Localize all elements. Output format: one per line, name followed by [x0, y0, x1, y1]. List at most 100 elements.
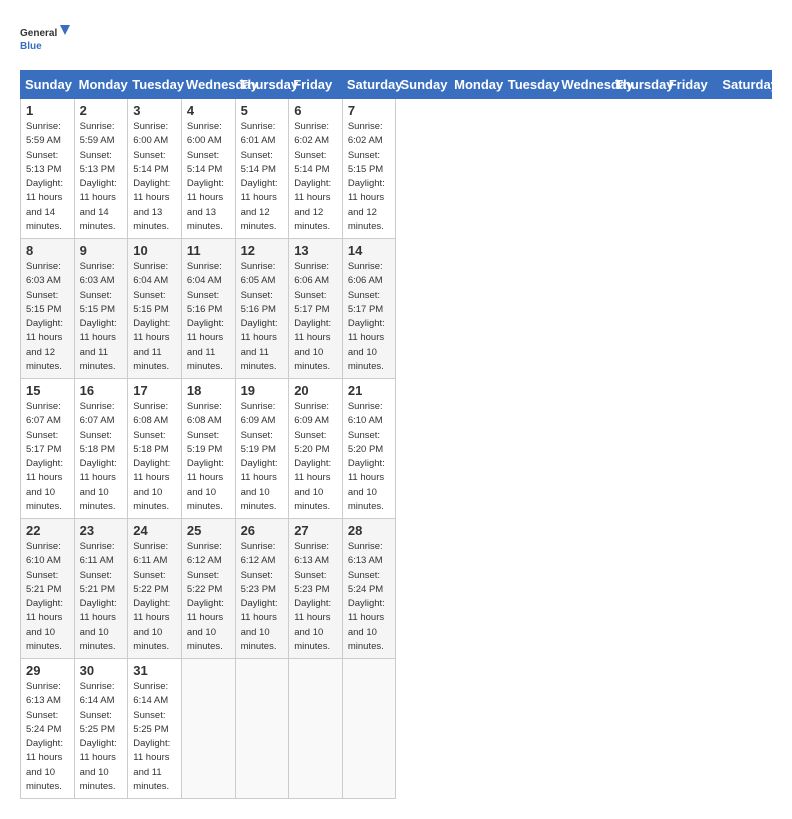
- day-of-week-header: Wednesday: [181, 71, 235, 99]
- calendar-day-cell: 2 Sunrise: 5:59 AMSunset: 5:13 PMDayligh…: [74, 99, 128, 239]
- calendar-day-cell: 4 Sunrise: 6:00 AMSunset: 5:14 PMDayligh…: [181, 99, 235, 239]
- day-info: Sunrise: 6:13 AMSunset: 5:24 PMDaylight:…: [348, 540, 391, 654]
- calendar-day-cell: 5 Sunrise: 6:01 AMSunset: 5:14 PMDayligh…: [235, 99, 289, 239]
- calendar-week-row: 15 Sunrise: 6:07 AMSunset: 5:17 PMDaylig…: [21, 379, 772, 519]
- day-number: 2: [80, 103, 123, 118]
- day-number: 7: [348, 103, 391, 118]
- day-of-week-header: Thursday: [235, 71, 289, 99]
- logo: General Blue: [20, 20, 70, 60]
- day-of-week-header: Monday: [74, 71, 128, 99]
- day-info: Sunrise: 6:03 AMSunset: 5:15 PMDaylight:…: [26, 260, 69, 374]
- calendar-day-cell: [181, 659, 235, 799]
- calendar-day-cell: 27 Sunrise: 6:13 AMSunset: 5:23 PMDaylig…: [289, 519, 343, 659]
- calendar-day-cell: [289, 659, 343, 799]
- day-info: Sunrise: 6:09 AMSunset: 5:20 PMDaylight:…: [294, 400, 337, 514]
- day-info: Sunrise: 6:11 AMSunset: 5:21 PMDaylight:…: [80, 540, 123, 654]
- calendar-day-cell: 14 Sunrise: 6:06 AMSunset: 5:17 PMDaylig…: [342, 239, 396, 379]
- calendar-day-cell: 7 Sunrise: 6:02 AMSunset: 5:15 PMDayligh…: [342, 99, 396, 239]
- day-info: Sunrise: 6:09 AMSunset: 5:19 PMDaylight:…: [241, 400, 284, 514]
- day-of-week-header: Thursday: [611, 71, 665, 99]
- day-info: Sunrise: 6:12 AMSunset: 5:22 PMDaylight:…: [187, 540, 230, 654]
- calendar-day-cell: 9 Sunrise: 6:03 AMSunset: 5:15 PMDayligh…: [74, 239, 128, 379]
- day-info: Sunrise: 6:02 AMSunset: 5:15 PMDaylight:…: [348, 120, 391, 234]
- calendar-day-cell: 16 Sunrise: 6:07 AMSunset: 5:18 PMDaylig…: [74, 379, 128, 519]
- calendar-day-cell: 17 Sunrise: 6:08 AMSunset: 5:18 PMDaylig…: [128, 379, 182, 519]
- day-info: Sunrise: 6:14 AMSunset: 5:25 PMDaylight:…: [80, 680, 123, 794]
- calendar-day-cell: 31 Sunrise: 6:14 AMSunset: 5:25 PMDaylig…: [128, 659, 182, 799]
- day-number: 26: [241, 523, 284, 538]
- calendar-header-row: SundayMondayTuesdayWednesdayThursdayFrid…: [21, 71, 772, 99]
- day-of-week-header: Saturday: [718, 71, 772, 99]
- day-info: Sunrise: 5:59 AMSunset: 5:13 PMDaylight:…: [80, 120, 123, 234]
- calendar-day-cell: 25 Sunrise: 6:12 AMSunset: 5:22 PMDaylig…: [181, 519, 235, 659]
- day-info: Sunrise: 6:14 AMSunset: 5:25 PMDaylight:…: [133, 680, 176, 794]
- day-info: Sunrise: 6:04 AMSunset: 5:15 PMDaylight:…: [133, 260, 176, 374]
- day-number: 10: [133, 243, 176, 258]
- calendar-day-cell: 29 Sunrise: 6:13 AMSunset: 5:24 PMDaylig…: [21, 659, 75, 799]
- day-of-week-header: Saturday: [342, 71, 396, 99]
- calendar-day-cell: 13 Sunrise: 6:06 AMSunset: 5:17 PMDaylig…: [289, 239, 343, 379]
- day-number: 12: [241, 243, 284, 258]
- day-number: 9: [80, 243, 123, 258]
- day-number: 6: [294, 103, 337, 118]
- day-info: Sunrise: 6:11 AMSunset: 5:22 PMDaylight:…: [133, 540, 176, 654]
- calendar-day-cell: 11 Sunrise: 6:04 AMSunset: 5:16 PMDaylig…: [181, 239, 235, 379]
- calendar-day-cell: 15 Sunrise: 6:07 AMSunset: 5:17 PMDaylig…: [21, 379, 75, 519]
- calendar-day-cell: 10 Sunrise: 6:04 AMSunset: 5:15 PMDaylig…: [128, 239, 182, 379]
- day-info: Sunrise: 6:13 AMSunset: 5:23 PMDaylight:…: [294, 540, 337, 654]
- day-info: Sunrise: 6:10 AMSunset: 5:20 PMDaylight:…: [348, 400, 391, 514]
- day-number: 25: [187, 523, 230, 538]
- day-info: Sunrise: 6:00 AMSunset: 5:14 PMDaylight:…: [187, 120, 230, 234]
- day-number: 8: [26, 243, 69, 258]
- day-number: 17: [133, 383, 176, 398]
- calendar-day-cell: 1 Sunrise: 5:59 AMSunset: 5:13 PMDayligh…: [21, 99, 75, 239]
- day-number: 27: [294, 523, 337, 538]
- calendar-day-cell: 12 Sunrise: 6:05 AMSunset: 5:16 PMDaylig…: [235, 239, 289, 379]
- day-number: 11: [187, 243, 230, 258]
- calendar-day-cell: 28 Sunrise: 6:13 AMSunset: 5:24 PMDaylig…: [342, 519, 396, 659]
- svg-text:Blue: Blue: [20, 41, 42, 52]
- svg-text:General: General: [20, 28, 57, 39]
- day-number: 14: [348, 243, 391, 258]
- page-header: General Blue: [20, 20, 772, 60]
- day-info: Sunrise: 6:12 AMSunset: 5:23 PMDaylight:…: [241, 540, 284, 654]
- day-number: 28: [348, 523, 391, 538]
- day-of-week-header: Friday: [289, 71, 343, 99]
- day-of-week-header: Monday: [450, 71, 504, 99]
- calendar-day-cell: 22 Sunrise: 6:10 AMSunset: 5:21 PMDaylig…: [21, 519, 75, 659]
- calendar-day-cell: 30 Sunrise: 6:14 AMSunset: 5:25 PMDaylig…: [74, 659, 128, 799]
- day-of-week-header: Friday: [664, 71, 718, 99]
- calendar-day-cell: 23 Sunrise: 6:11 AMSunset: 5:21 PMDaylig…: [74, 519, 128, 659]
- day-info: Sunrise: 6:07 AMSunset: 5:17 PMDaylight:…: [26, 400, 69, 514]
- calendar-day-cell: 18 Sunrise: 6:08 AMSunset: 5:19 PMDaylig…: [181, 379, 235, 519]
- calendar-day-cell: 19 Sunrise: 6:09 AMSunset: 5:19 PMDaylig…: [235, 379, 289, 519]
- day-number: 30: [80, 663, 123, 678]
- day-info: Sunrise: 6:02 AMSunset: 5:14 PMDaylight:…: [294, 120, 337, 234]
- day-number: 23: [80, 523, 123, 538]
- day-number: 19: [241, 383, 284, 398]
- day-number: 4: [187, 103, 230, 118]
- day-number: 1: [26, 103, 69, 118]
- day-info: Sunrise: 6:01 AMSunset: 5:14 PMDaylight:…: [241, 120, 284, 234]
- calendar-day-cell: 20 Sunrise: 6:09 AMSunset: 5:20 PMDaylig…: [289, 379, 343, 519]
- calendar-day-cell: [235, 659, 289, 799]
- calendar-day-cell: 6 Sunrise: 6:02 AMSunset: 5:14 PMDayligh…: [289, 99, 343, 239]
- calendar-week-row: 1 Sunrise: 5:59 AMSunset: 5:13 PMDayligh…: [21, 99, 772, 239]
- day-number: 24: [133, 523, 176, 538]
- day-info: Sunrise: 6:07 AMSunset: 5:18 PMDaylight:…: [80, 400, 123, 514]
- day-of-week-header: Sunday: [396, 71, 450, 99]
- day-info: Sunrise: 6:06 AMSunset: 5:17 PMDaylight:…: [294, 260, 337, 374]
- day-number: 31: [133, 663, 176, 678]
- calendar-day-cell: 21 Sunrise: 6:10 AMSunset: 5:20 PMDaylig…: [342, 379, 396, 519]
- logo-svg: General Blue: [20, 20, 70, 60]
- day-of-week-header: Tuesday: [503, 71, 557, 99]
- day-info: Sunrise: 5:59 AMSunset: 5:13 PMDaylight:…: [26, 120, 69, 234]
- day-info: Sunrise: 6:00 AMSunset: 5:14 PMDaylight:…: [133, 120, 176, 234]
- day-number: 22: [26, 523, 69, 538]
- calendar-day-cell: [342, 659, 396, 799]
- day-info: Sunrise: 6:10 AMSunset: 5:21 PMDaylight:…: [26, 540, 69, 654]
- day-number: 15: [26, 383, 69, 398]
- calendar-day-cell: 3 Sunrise: 6:00 AMSunset: 5:14 PMDayligh…: [128, 99, 182, 239]
- calendar-week-row: 8 Sunrise: 6:03 AMSunset: 5:15 PMDayligh…: [21, 239, 772, 379]
- day-number: 29: [26, 663, 69, 678]
